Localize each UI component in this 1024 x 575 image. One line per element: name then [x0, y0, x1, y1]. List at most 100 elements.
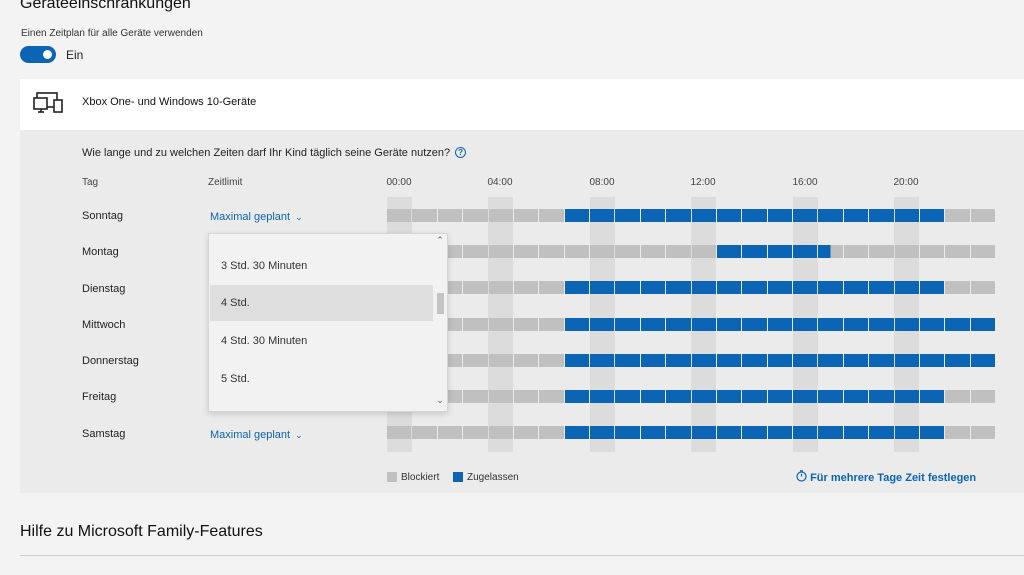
time-slot[interactable] — [539, 245, 564, 258]
time-slot[interactable] — [387, 209, 412, 222]
time-slot[interactable] — [590, 354, 615, 367]
time-slot[interactable] — [869, 318, 894, 331]
time-slot[interactable] — [894, 281, 919, 294]
time-slot[interactable] — [666, 354, 691, 367]
time-slot[interactable] — [640, 245, 666, 258]
time-slot[interactable] — [691, 390, 716, 403]
time-slot[interactable] — [767, 426, 792, 439]
schedule-toggle[interactable] — [20, 46, 56, 63]
time-limit-select-samstag[interactable]: Maximal geplant ⌄ — [210, 429, 303, 441]
time-slot[interactable] — [716, 245, 742, 258]
time-slot[interactable] — [945, 209, 970, 222]
time-slot[interactable] — [590, 426, 615, 439]
time-slot[interactable] — [666, 209, 691, 222]
time-slot[interactable] — [919, 245, 945, 258]
time-slot[interactable] — [463, 390, 488, 403]
scroll-down-icon[interactable]: ⌄ — [435, 395, 445, 406]
time-slot[interactable] — [539, 426, 564, 439]
time-slot[interactable] — [387, 426, 412, 439]
time-slot[interactable] — [843, 245, 869, 258]
time-slot[interactable] — [463, 281, 488, 294]
time-slot[interactable] — [970, 318, 995, 331]
time-slot[interactable] — [513, 426, 539, 439]
dropdown-option[interactable]: 5 Std. — [210, 361, 433, 397]
time-slot[interactable] — [945, 426, 970, 439]
time-slot[interactable] — [691, 281, 716, 294]
time-slot[interactable] — [488, 318, 513, 331]
time-slot[interactable] — [945, 354, 970, 367]
time-slot[interactable] — [716, 281, 742, 294]
schedule-row-montag[interactable] — [387, 245, 995, 258]
time-slot[interactable] — [767, 354, 792, 367]
time-slot[interactable] — [970, 354, 995, 367]
time-slot[interactable] — [742, 318, 767, 331]
time-slot[interactable] — [919, 354, 945, 367]
time-slot[interactable] — [488, 390, 513, 403]
time-slot[interactable] — [869, 426, 894, 439]
time-slot[interactable] — [970, 281, 995, 294]
time-slot[interactable] — [513, 318, 539, 331]
time-slot[interactable] — [818, 426, 843, 439]
time-slot[interactable] — [970, 245, 995, 258]
time-slot[interactable] — [919, 209, 945, 222]
schedule-row-mittwoch[interactable] — [387, 318, 995, 331]
time-slot[interactable] — [869, 281, 894, 294]
time-slot[interactable] — [970, 390, 995, 403]
dropdown-option-selected[interactable]: 4 Std. — [210, 285, 433, 321]
multi-day-link[interactable]: Für mehrere Tage Zeit festlegen — [796, 470, 976, 484]
time-slot[interactable] — [742, 245, 767, 258]
time-slot[interactable] — [615, 354, 640, 367]
time-slot[interactable] — [869, 390, 894, 403]
time-slot[interactable] — [640, 354, 666, 367]
time-slot[interactable] — [590, 318, 615, 331]
time-slot[interactable] — [793, 318, 818, 331]
time-slot[interactable] — [463, 318, 488, 331]
time-slot[interactable] — [869, 354, 894, 367]
time-slot[interactable] — [564, 281, 589, 294]
time-slot[interactable] — [894, 354, 919, 367]
time-slot[interactable] — [564, 354, 589, 367]
time-slot[interactable] — [513, 390, 539, 403]
time-slot[interactable] — [590, 390, 615, 403]
time-slot[interactable] — [488, 209, 513, 222]
time-slot[interactable] — [742, 281, 767, 294]
time-slot[interactable] — [945, 318, 970, 331]
time-slot[interactable] — [716, 209, 742, 222]
time-slot[interactable] — [488, 245, 513, 258]
time-slot[interactable] — [716, 426, 742, 439]
time-slot[interactable] — [539, 209, 564, 222]
time-slot[interactable] — [742, 426, 767, 439]
time-slot[interactable] — [640, 209, 666, 222]
time-slot[interactable] — [843, 209, 869, 222]
time-slot[interactable] — [843, 281, 869, 294]
time-slot[interactable] — [513, 354, 539, 367]
time-slot[interactable] — [488, 354, 513, 367]
time-slot[interactable] — [590, 281, 615, 294]
time-slot[interactable] — [742, 209, 767, 222]
time-slot[interactable] — [767, 318, 792, 331]
time-slot[interactable] — [615, 426, 640, 439]
time-slot[interactable] — [818, 354, 843, 367]
time-slot[interactable] — [767, 245, 792, 258]
dropdown-scrollbar[interactable] — [437, 293, 444, 314]
time-slot[interactable] — [894, 209, 919, 222]
time-slot[interactable] — [919, 390, 945, 403]
time-slot[interactable] — [767, 209, 792, 222]
time-slot[interactable] — [615, 390, 640, 403]
schedule-row-dienstag[interactable] — [387, 281, 995, 294]
time-slot[interactable] — [970, 426, 995, 439]
time-slot[interactable] — [666, 245, 691, 258]
time-slot[interactable] — [742, 354, 767, 367]
time-slot[interactable] — [640, 281, 666, 294]
time-slot[interactable] — [793, 245, 818, 258]
time-slot[interactable] — [488, 281, 513, 294]
time-slot[interactable] — [412, 209, 437, 222]
time-slot[interactable] — [818, 390, 843, 403]
schedule-row-donnerstag[interactable] — [387, 354, 995, 367]
schedule-row-freitag[interactable] — [387, 390, 995, 403]
time-slot[interactable] — [590, 209, 615, 222]
time-slot[interactable] — [539, 354, 564, 367]
time-slot[interactable] — [463, 426, 488, 439]
time-slot[interactable] — [564, 318, 589, 331]
time-slot[interactable] — [640, 318, 666, 331]
